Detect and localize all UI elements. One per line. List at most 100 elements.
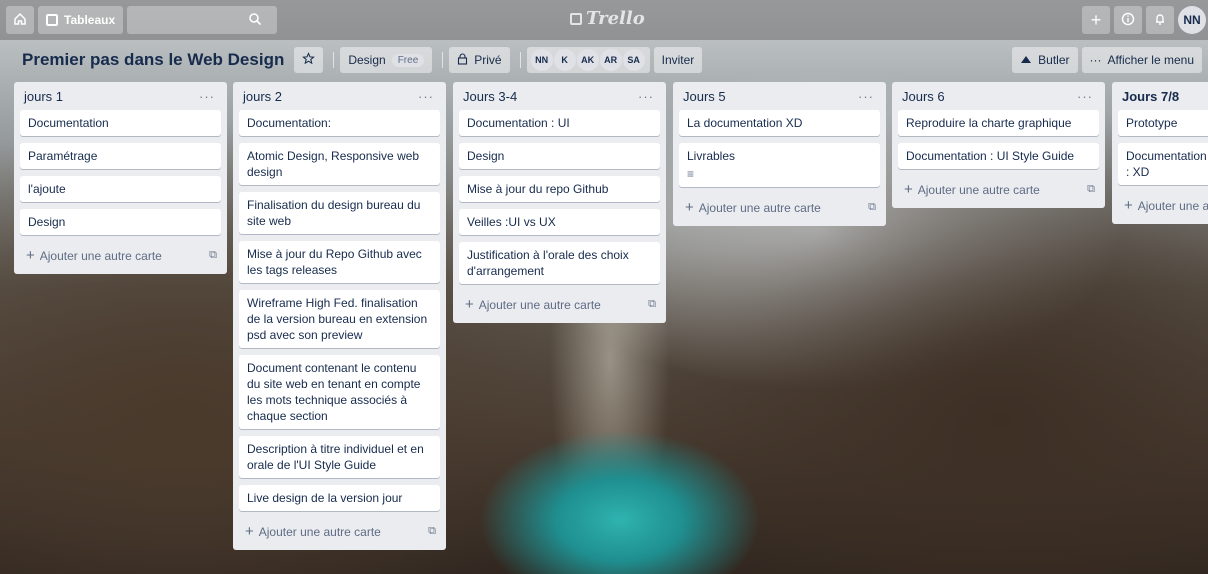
list-title[interactable]: Jours 5 [683, 89, 726, 104]
list-title[interactable]: jours 2 [243, 89, 282, 104]
visibility-button[interactable]: Privé [449, 47, 510, 73]
list[interactable]: Jours 7/8 Prototype Documentation : XD +… [1112, 82, 1208, 224]
team-button[interactable]: Design Free [340, 47, 433, 73]
home-button[interactable] [6, 6, 34, 34]
notifications-button[interactable] [1146, 6, 1174, 34]
add-card-button[interactable]: + Ajouter une autre carte ⧉ [459, 291, 660, 317]
list-title[interactable]: Jours 7/8 [1122, 89, 1179, 104]
bell-icon [1153, 12, 1167, 29]
card-template-icon[interactable]: ⧉ [209, 249, 217, 262]
boards-button[interactable]: Tableaux [38, 6, 124, 34]
card[interactable]: l'ajoute [20, 176, 221, 202]
add-card-button[interactable]: + Ajouter une a [1118, 192, 1208, 218]
card[interactable]: Description à titre individuel et en ora… [239, 436, 440, 478]
board-header: Premier pas dans le Web Design Design Fr… [0, 44, 1208, 76]
card[interactable]: Document contenant le contenu du site we… [239, 355, 440, 429]
trello-logo-icon [570, 12, 582, 25]
list-title[interactable]: Jours 6 [902, 89, 945, 104]
divider [519, 52, 521, 68]
butler-button[interactable]: Butler [1012, 47, 1078, 73]
card[interactable]: Reproduire la charte graphique [898, 110, 1099, 136]
boards-icon [46, 14, 58, 26]
member-avatar[interactable]: K [553, 49, 576, 71]
list-header[interactable]: Jours 3-4 ··· [459, 82, 660, 110]
card-title: Livrables [687, 149, 736, 163]
card[interactable]: Paramétrage [20, 143, 221, 169]
member-avatar[interactable]: AK [576, 49, 599, 71]
star-button[interactable] [294, 47, 324, 73]
add-card-button[interactable]: + Ajouter une autre carte ⧉ [679, 194, 880, 220]
team-label: Design [348, 53, 386, 67]
add-card-label: Ajouter une autre carte [917, 182, 1040, 197]
list[interactable]: jours 1 ··· Documentation Paramétrage l'… [14, 82, 227, 274]
card-template-icon[interactable]: ⧉ [868, 201, 876, 214]
trello-logo[interactable]: Trello [570, 8, 645, 29]
card[interactable]: Veilles :UI vs UX [459, 209, 660, 235]
divider [333, 52, 335, 68]
card[interactable]: Live design de la version jour [239, 485, 440, 511]
plus-icon: + [1090, 9, 1102, 30]
visibility-label: Privé [474, 53, 502, 67]
list[interactable]: Jours 6 ··· Reproduire la charte graphiq… [892, 82, 1105, 208]
show-menu-label: Afficher le menu [1107, 53, 1195, 67]
list-menu-icon[interactable]: ··· [638, 89, 654, 104]
card[interactable]: Prototype [1118, 110, 1208, 136]
invite-button[interactable]: Inviter [653, 47, 703, 73]
list-menu-icon[interactable]: ··· [1077, 89, 1093, 104]
search-button[interactable] [241, 6, 269, 34]
card[interactable]: Wireframe High Fed. finalisation de la v… [239, 290, 440, 348]
card[interactable]: Documentation [20, 110, 221, 136]
card[interactable]: Documentation : UI [459, 110, 660, 136]
show-menu-button[interactable]: ··· Afficher le menu [1081, 47, 1202, 73]
boards-label: Tableaux [64, 13, 116, 27]
plus-icon: + [465, 295, 474, 313]
add-card-button[interactable]: + Ajouter une autre carte ⧉ [239, 518, 440, 544]
card[interactable]: Justification à l'orale des choix d'arra… [459, 242, 660, 284]
butler-label: Butler [1038, 53, 1070, 67]
info-button[interactable] [1114, 6, 1142, 34]
butler-icon [1020, 53, 1032, 67]
list-menu-icon[interactable]: ··· [858, 89, 874, 104]
list-header[interactable]: jours 1 ··· [20, 82, 221, 110]
add-card-button[interactable]: + Ajouter une autre carte ⧉ [898, 176, 1099, 202]
card[interactable]: Mise à jour du repo Github [459, 176, 660, 202]
header-right: Butler ··· Afficher le menu [1012, 47, 1206, 73]
list-title[interactable]: jours 1 [24, 89, 63, 104]
card[interactable]: Documentation: [239, 110, 440, 136]
card[interactable]: Livrables ≡ [679, 143, 880, 187]
member-avatar[interactable]: AR [599, 49, 622, 71]
list-title[interactable]: Jours 3-4 [463, 89, 517, 104]
list-menu-icon[interactable]: ··· [199, 89, 215, 104]
list[interactable]: Jours 5 ··· La documentation XD Livrable… [673, 82, 886, 226]
list-header[interactable]: Jours 7/8 [1118, 82, 1208, 110]
list-menu-icon[interactable]: ··· [418, 89, 434, 104]
list[interactable]: jours 2 ··· Documentation: Atomic Design… [233, 82, 446, 550]
list-header[interactable]: Jours 6 ··· [898, 82, 1099, 110]
plus-icon: + [26, 246, 35, 264]
card-template-icon[interactable]: ⧉ [648, 298, 656, 311]
card[interactable]: Finalisation du design bureau du site we… [239, 192, 440, 234]
card[interactable]: Design [459, 143, 660, 169]
list[interactable]: Jours 3-4 ··· Documentation : UI Design … [453, 82, 666, 323]
create-button[interactable]: + [1082, 6, 1110, 34]
card[interactable]: Documentation : UI Style Guide [898, 143, 1099, 169]
description-icon: ≡ [687, 167, 695, 181]
user-avatar[interactable]: NN [1178, 6, 1206, 34]
card[interactable]: Design [20, 209, 221, 235]
member-avatar[interactable]: SA [622, 49, 645, 71]
topbar-right: + NN [1078, 6, 1206, 34]
card[interactable]: La documentation XD [679, 110, 880, 136]
member-avatar[interactable]: NN [530, 49, 553, 71]
card[interactable]: Documentation : XD [1118, 143, 1208, 185]
plus-icon: + [685, 198, 694, 216]
search-icon [248, 12, 262, 29]
card[interactable]: Atomic Design, Responsive web design [239, 143, 440, 185]
add-card-button[interactable]: + Ajouter une autre carte ⧉ [20, 242, 221, 268]
board-title[interactable]: Premier pas dans le Web Design [22, 50, 284, 70]
list-header[interactable]: Jours 5 ··· [679, 82, 880, 110]
card[interactable]: Mise à jour du Repo Github avec les tags… [239, 241, 440, 283]
card-template-icon[interactable]: ⧉ [428, 525, 436, 538]
card-template-icon[interactable]: ⧉ [1087, 183, 1095, 196]
member-avatars: NN K AK AR SA [526, 47, 650, 73]
list-header[interactable]: jours 2 ··· [239, 82, 440, 110]
